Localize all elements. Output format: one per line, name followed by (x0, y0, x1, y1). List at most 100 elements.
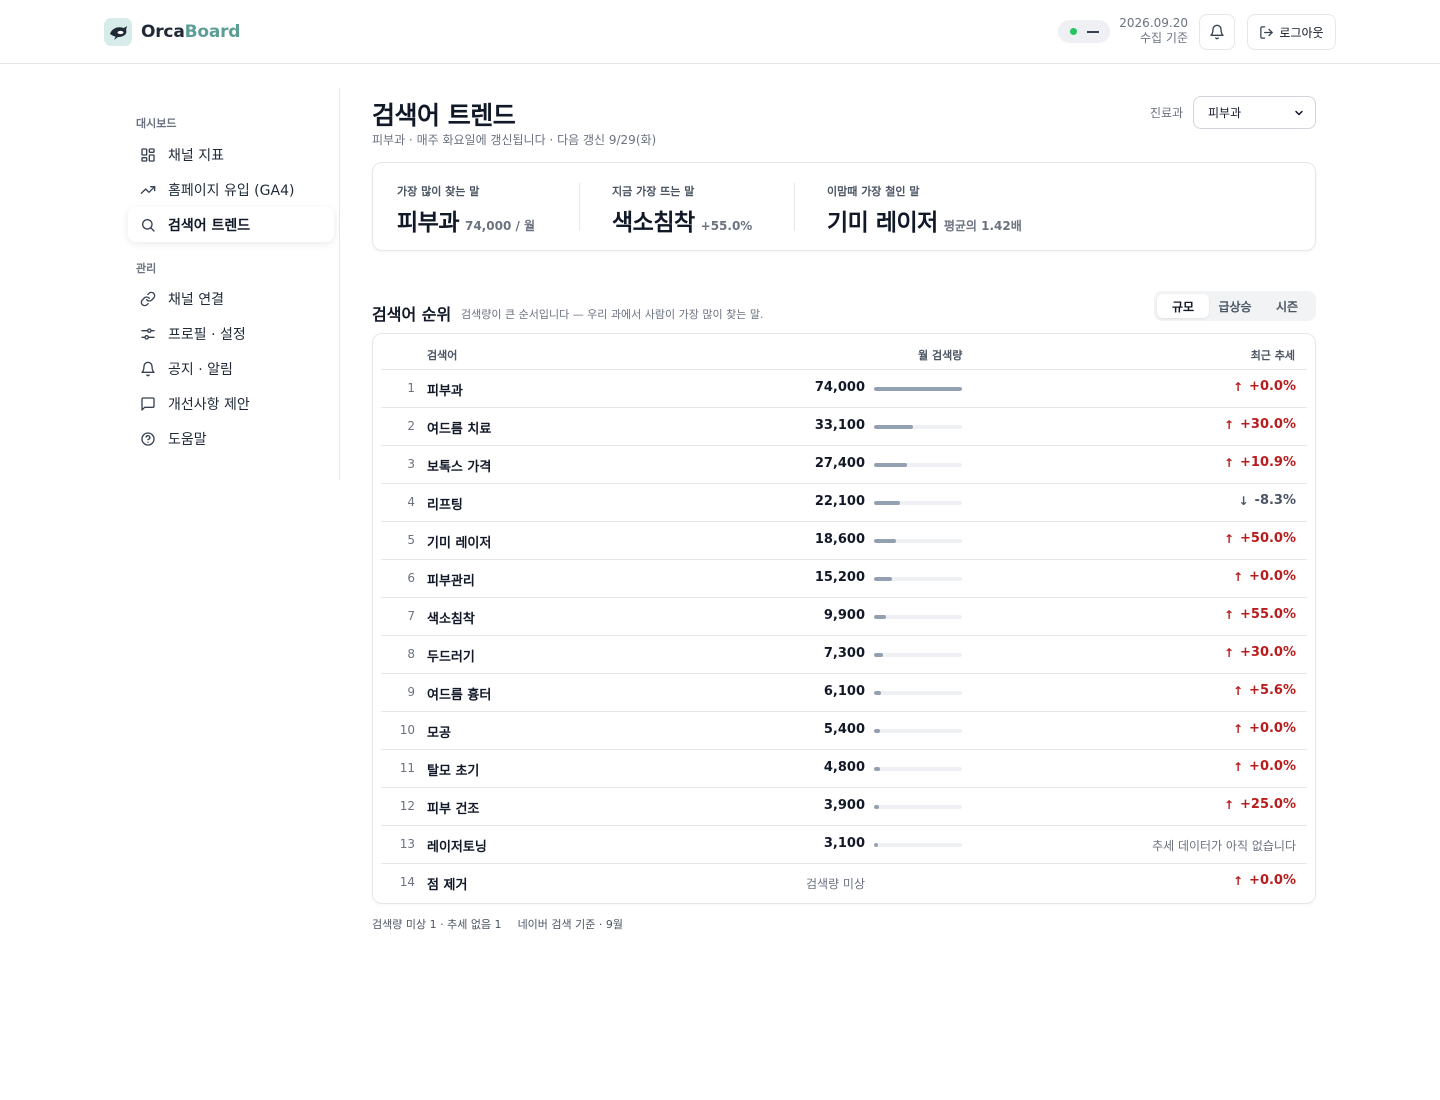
kpi-value: 색소침착 (612, 210, 695, 236)
department-select-value: 피부과 (1208, 106, 1242, 120)
row-term: 여드름 치료 (427, 422, 492, 437)
department-select[interactable]: 피부과 (1193, 96, 1316, 129)
link-icon (140, 291, 156, 306)
row-rank: 1 (407, 381, 415, 395)
logout-label: 로그아웃 (1279, 25, 1324, 40)
row-volume: 5,400 (823, 722, 865, 737)
chevron-down-icon (1295, 110, 1303, 115)
row-term: 점 제거 (427, 878, 468, 893)
row-rank: 7 (407, 609, 415, 623)
kpi-summary-card: 가장 많이 찾는 말 피부과 74,000 / 월 지금 가장 뜨는 말 색소침… (372, 162, 1316, 251)
sidebar-item-profile-settings[interactable]: 프로필 · 설정 (128, 316, 334, 351)
row-trend: ↑ +30.0% (1224, 645, 1296, 660)
row-trend: 추세 데이터가 아직 없습니다 (1152, 837, 1296, 854)
table-row[interactable]: 3 보톡스 가격 27,400 ↑ +10.9% (381, 445, 1307, 483)
row-volume: 74,000 (814, 380, 865, 395)
row-volume: 6,100 (823, 684, 865, 699)
footnote-missing-count: 검색량 미상 1 · 추세 없음 1 (372, 918, 502, 931)
arrow-up-icon: ↑ (1223, 797, 1234, 812)
kpi-rising: 지금 가장 뜨는 말 색소침착 +55.0% (612, 183, 752, 237)
row-trend: ↑ +5.6% (1233, 683, 1296, 698)
row-rank: 10 (399, 723, 415, 737)
sidebar-item-suggestions[interactable]: 개선사항 제안 (128, 386, 334, 421)
volume-bar (874, 387, 962, 391)
table-row[interactable]: 4 리프팅 22,100 ↓ -8.3% (381, 483, 1307, 521)
table-row[interactable]: 2 여드름 치료 33,100 ↑ +30.0% (381, 407, 1307, 445)
tab-season[interactable]: 시즌 (1261, 294, 1313, 318)
row-term: 피부과 (427, 384, 463, 399)
trending-up-icon (140, 185, 156, 194)
row-trend: ↑ +0.0% (1233, 873, 1296, 888)
sidebar-item-label: 개선사항 제안 (168, 396, 250, 413)
row-trend: ↑ +0.0% (1233, 721, 1296, 736)
table-row[interactable]: 1 피부과 74,000 ↑ +0.0% (381, 369, 1307, 407)
volume-bar-fill (874, 805, 879, 809)
help-circle-icon (141, 431, 155, 446)
table-row[interactable]: 6 피부관리 15,200 ↑ +0.0% (381, 559, 1307, 597)
volume-bar-fill (874, 577, 893, 581)
row-trend: ↑ +25.0% (1224, 797, 1296, 812)
row-trend-value: +0.0% (1249, 379, 1296, 394)
arrow-up-icon: ↑ (1232, 683, 1244, 698)
sidebar-item-notices[interactable]: 공지 · 알림 (128, 351, 334, 386)
table-row[interactable]: 7 색소침착 9,900 ↑ +55.0% (381, 597, 1307, 635)
sidebar-item-homepage-traffic[interactable]: 홈페이지 유입 (GA4) (128, 172, 334, 207)
bell-icon (141, 361, 155, 376)
table-row[interactable]: 5 기미 레이저 18,600 ↑ +50.0% (381, 521, 1307, 559)
table-row[interactable]: 9 여드름 흉터 6,100 ↑ +5.6% (381, 673, 1307, 711)
notifications-button[interactable] (1199, 14, 1235, 50)
ranking-title: 검색어 순위 (372, 305, 452, 324)
kpi-sub: 74,000 / 월 (464, 219, 536, 233)
kpi-sub: +55.0% (700, 219, 753, 233)
sidebar-item-channel-connect[interactable]: 채널 연결 (128, 281, 334, 316)
sidebar-item-label: 공지 · 알림 (168, 361, 233, 378)
kpi-label: 가장 많이 찾는 말 (397, 185, 480, 198)
row-term: 색소침착 (427, 612, 475, 627)
row-trend-value: +0.0% (1249, 873, 1296, 888)
table-row[interactable]: 14 점 제거 검색량 미상 ↑ +0.0% (381, 863, 1307, 901)
tab-rising[interactable]: 급상승 (1209, 294, 1261, 318)
row-term: 피부 건조 (427, 802, 480, 817)
sidebar-item-label: 프로필 · 설정 (168, 326, 246, 343)
row-rank: 11 (399, 761, 415, 775)
table-row[interactable]: 10 모공 5,400 ↑ +0.0% (381, 711, 1307, 749)
sidebar-item-search-trends[interactable]: 검색어 트렌드 (128, 207, 334, 242)
column-header-trend: 최근 추세 (1250, 349, 1295, 362)
kpi-sub: 평균의 1.42배 (943, 219, 1022, 233)
sidebar-item-label: 검색어 트렌드 (168, 217, 251, 234)
row-trend-value: +5.6% (1249, 683, 1296, 698)
row-term: 모공 (427, 726, 451, 741)
table-row[interactable]: 8 두드러기 7,300 ↑ +30.0% (381, 635, 1307, 673)
footnote: 검색량 미상 1 · 추세 없음 1 네이버 검색 기준 · 9월 (372, 916, 623, 932)
kpi-divider (794, 183, 795, 231)
logo[interactable]: OrcaBoard (104, 18, 240, 46)
logout-button[interactable]: 로그아웃 (1247, 14, 1336, 50)
bell-icon (1210, 24, 1224, 40)
row-trend: ↑ +30.0% (1224, 417, 1296, 432)
sidebar-item-help[interactable]: 도움말 (128, 421, 334, 456)
row-volume: 27,400 (814, 456, 865, 471)
tab-scale[interactable]: 규모 (1157, 294, 1209, 318)
row-trend: ↑ +10.9% (1224, 455, 1296, 470)
row-volume: 4,800 (823, 760, 865, 775)
table-row[interactable]: 11 탈모 초기 4,800 ↑ +0.0% (381, 749, 1307, 787)
orca-logo-icon (104, 18, 132, 46)
ranking-description: 검색량이 큰 순서입니다 — 우리 과에서 사람이 가장 많이 찾는 말. (461, 308, 764, 321)
row-term: 기미 레이저 (427, 536, 492, 551)
column-header-volume: 월 검색량 (918, 349, 963, 362)
table-row[interactable]: 12 피부 건조 3,900 ↑ +25.0% (381, 787, 1307, 825)
row-rank: 12 (399, 799, 415, 813)
arrow-up-icon: ↑ (1232, 873, 1244, 888)
table-row[interactable]: 13 레이저토닝 3,100 추세 데이터가 아직 없습니다 (381, 825, 1307, 863)
kpi-value: 기미 레이저 (827, 210, 938, 236)
row-trend: ↑ +0.0% (1233, 379, 1296, 394)
row-volume: 15,200 (814, 570, 865, 585)
volume-bar (874, 805, 962, 809)
row-volume: 검색량 미상 (805, 877, 865, 891)
volume-bar-fill (874, 539, 897, 543)
status-dot-icon (1069, 28, 1077, 35)
page-subtitle: 피부과 · 매주 화요일에 갱신됩니다 · 다음 갱신 9/29(화) (372, 133, 657, 147)
sidebar-item-channel-metrics[interactable]: 채널 지표 (128, 137, 334, 172)
volume-bar-fill (874, 691, 882, 695)
row-trend: ↓ -8.3% (1238, 493, 1296, 508)
